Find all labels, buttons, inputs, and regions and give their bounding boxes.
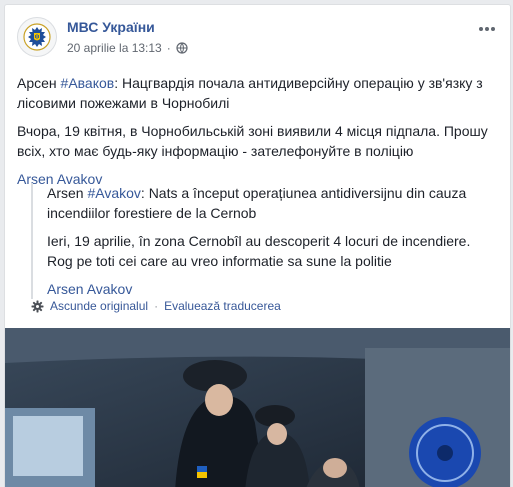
globe-icon[interactable] bbox=[176, 42, 188, 54]
separator-dot: · bbox=[166, 41, 171, 55]
translation-paragraph-2: Ieri, 19 aprilie, în zona Cernobîl au de… bbox=[47, 233, 471, 269]
police-emblem-icon bbox=[23, 23, 51, 51]
more-options-button[interactable] bbox=[478, 19, 496, 33]
post-paragraph-1: Арсен #Аваков: Нацгвардія почала антидив… bbox=[17, 73, 498, 113]
translation-hashtag-link[interactable]: #Avakov bbox=[87, 185, 140, 201]
post-photo[interactable] bbox=[5, 328, 510, 487]
post-timestamp[interactable]: 20 aprilie la 13:13 bbox=[67, 41, 162, 55]
rate-translation-link[interactable]: Evaluează traducerea bbox=[164, 299, 281, 313]
helicopter-cabin-photo bbox=[5, 328, 510, 487]
translation-text-prefix: Arsen bbox=[47, 185, 88, 201]
gear-icon[interactable] bbox=[31, 300, 44, 313]
translation-block: Arsen #Avakov: Nats a început operațiune… bbox=[31, 183, 498, 299]
post-header: МВС України 20 aprilie la 13:13 · bbox=[17, 17, 498, 61]
hashtag-link[interactable]: #Аваков bbox=[61, 75, 115, 91]
post-meta: 20 aprilie la 13:13 · bbox=[67, 41, 188, 55]
post-text: Арсен #Аваков: Нацгвардія почала антидив… bbox=[17, 73, 498, 189]
page-name-link[interactable]: МВС України bbox=[67, 19, 155, 35]
page-avatar[interactable] bbox=[17, 17, 57, 57]
hide-original-link[interactable]: Ascunde originalul bbox=[50, 299, 148, 313]
translation-actions: Ascunde originalul · Evaluează traducere… bbox=[31, 299, 281, 313]
ellipsis-icon bbox=[479, 27, 495, 31]
post-paragraph-2: Вчора, 19 квітня, в Чорнобильській зоні … bbox=[17, 123, 488, 159]
translation-author-link[interactable]: Arsen Avakov bbox=[47, 279, 498, 299]
post-text-prefix: Арсен bbox=[17, 75, 61, 91]
actions-separator: · bbox=[154, 299, 159, 313]
translation-paragraph-1: Arsen #Avakov: Nats a început operațiune… bbox=[47, 183, 498, 223]
post-card: МВС України 20 aprilie la 13:13 · Арсен … bbox=[4, 4, 511, 487]
